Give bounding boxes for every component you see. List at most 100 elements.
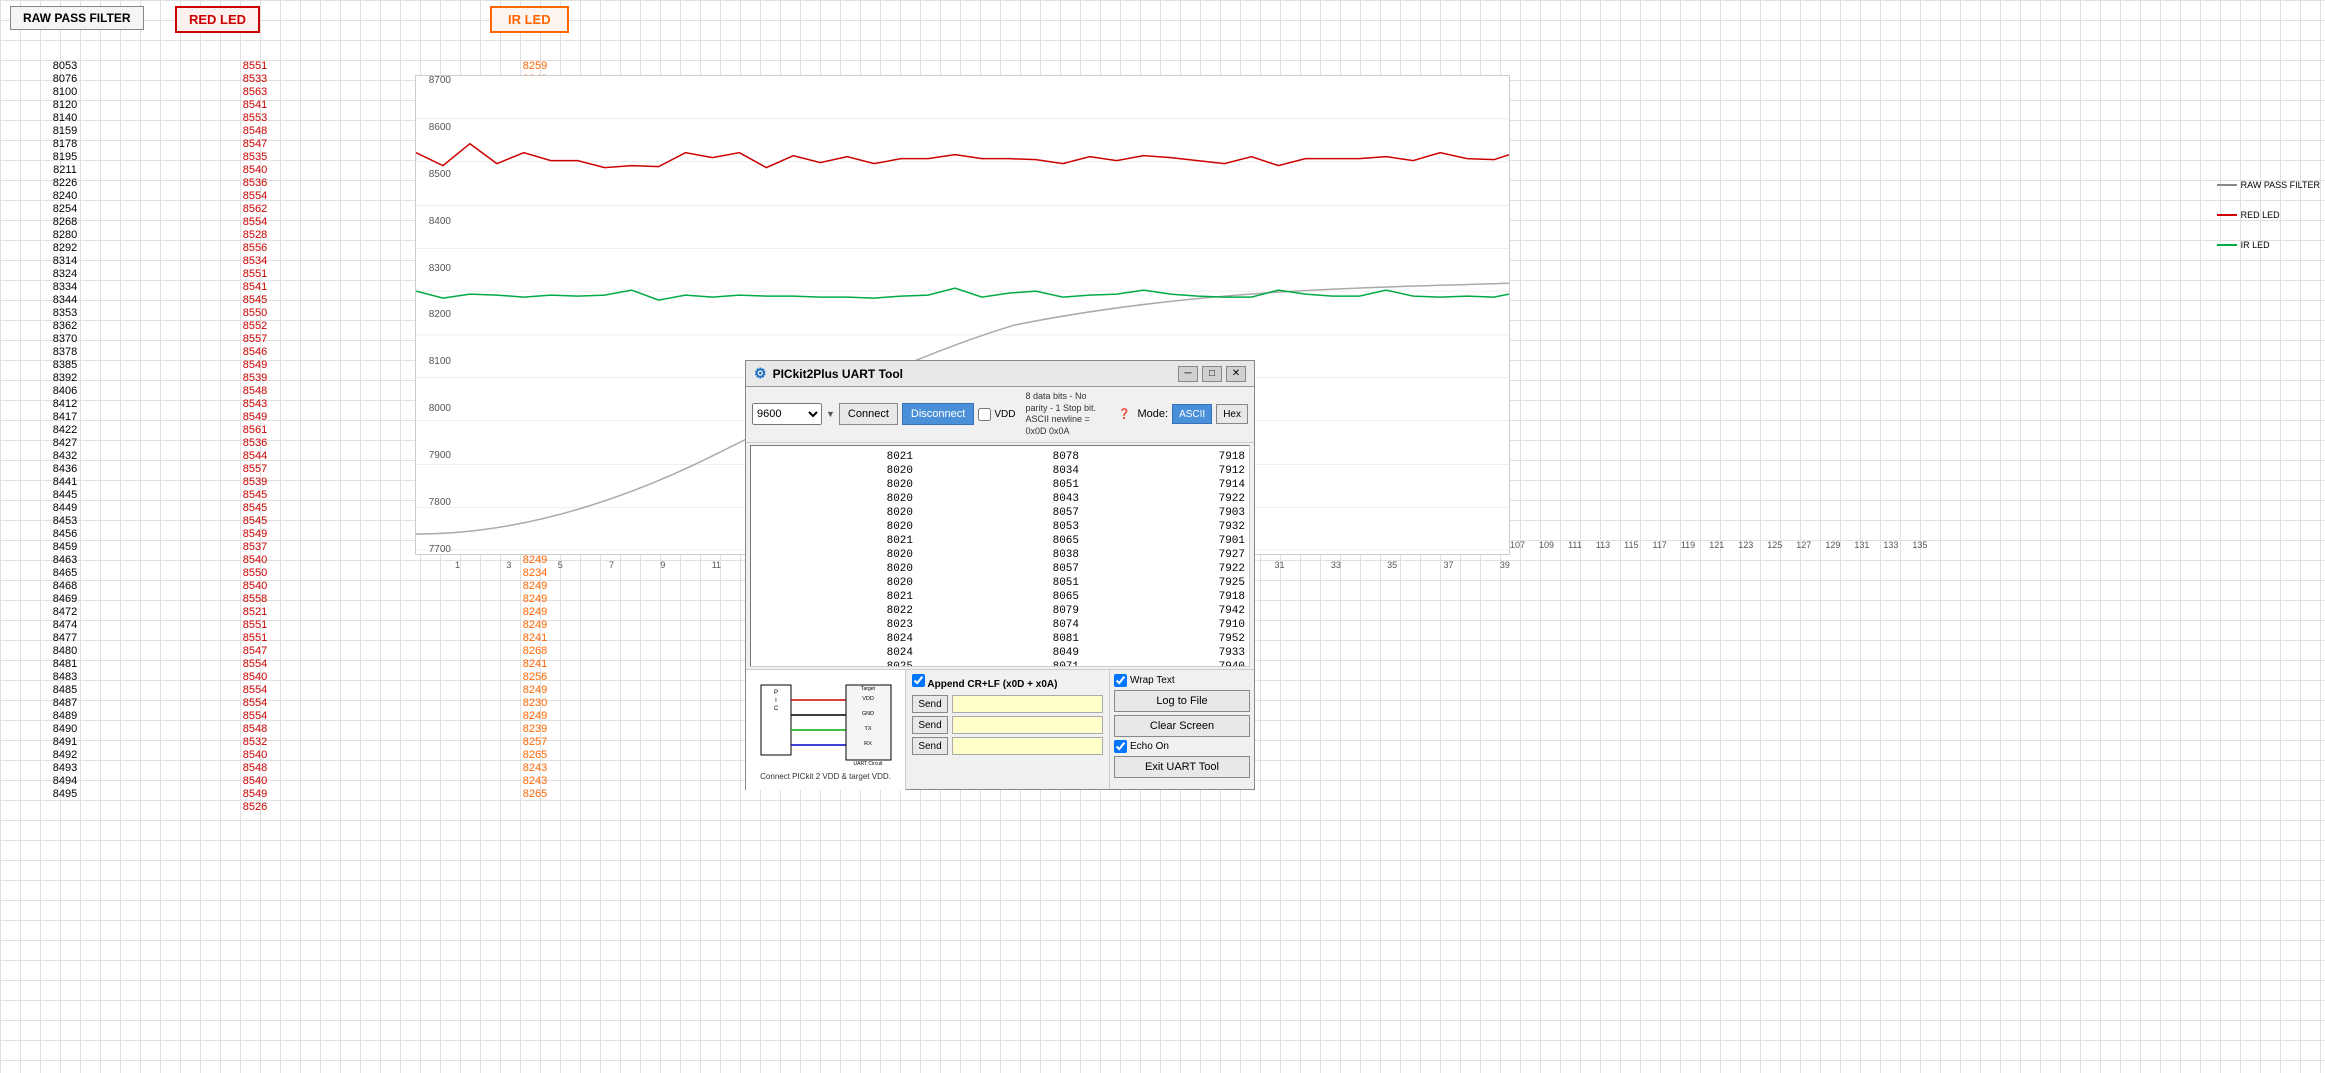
hex-mode-button[interactable]: Hex xyxy=(1216,404,1248,424)
list-item: 8540 xyxy=(190,580,320,593)
list-item: 8053 xyxy=(0,60,130,73)
list-item: 8432 xyxy=(0,450,130,463)
list-item: 8554 xyxy=(190,710,320,723)
uart-bottom-panel: P I C VDD GND TX RX Target UART Circuit … xyxy=(746,669,1254,789)
list-item: 8481 xyxy=(0,658,130,671)
table-row: 7927 xyxy=(1087,548,1245,562)
send-button-2[interactable]: Send xyxy=(912,716,948,734)
list-item: 8546 xyxy=(190,346,320,359)
list-item: 8548 xyxy=(190,125,320,138)
svg-text:VDD: VDD xyxy=(862,696,874,702)
list-item: 8539 xyxy=(190,372,320,385)
table-row: 7910 xyxy=(1087,618,1245,632)
list-item: 8545 xyxy=(190,515,320,528)
close-button[interactable]: ✕ xyxy=(1226,366,1246,382)
connect-button[interactable]: Connect xyxy=(839,403,898,425)
list-item: 8445 xyxy=(0,489,130,502)
list-item: 8453 xyxy=(0,515,130,528)
y-axis-label: 8200 xyxy=(429,309,451,320)
list-item: 8563 xyxy=(190,86,320,99)
list-item: 8265 xyxy=(470,788,600,801)
list-item: 8554 xyxy=(190,190,320,203)
x-axis-label-right: 107 xyxy=(1510,540,1525,550)
list-item: 8140 xyxy=(0,112,130,125)
x-axis-label-right: 133 xyxy=(1883,540,1898,550)
table-row: 8020 xyxy=(755,478,913,492)
exit-uart-button[interactable]: Exit UART Tool xyxy=(1114,756,1250,778)
list-item: 8494 xyxy=(0,775,130,788)
table-row: 7922 xyxy=(1087,492,1245,506)
ascii-mode-button[interactable]: ASCII xyxy=(1172,404,1212,424)
send-button-3[interactable]: Send xyxy=(912,737,948,755)
macro-input-3[interactable] xyxy=(952,737,1103,755)
table-row: 8020 xyxy=(755,520,913,534)
table-row: 8049 xyxy=(921,646,1079,660)
legend-raw-label: RAW PASS FILTER xyxy=(2241,180,2320,190)
dialog-title: ⚙ PICkit2Plus UART Tool xyxy=(754,365,903,382)
help-icon[interactable]: ❓ xyxy=(1118,409,1130,420)
echo-on-checkbox[interactable] xyxy=(1114,740,1127,753)
list-item: 8550 xyxy=(190,307,320,320)
send-button-1[interactable]: Send xyxy=(912,695,948,713)
list-item: 8537 xyxy=(190,541,320,554)
list-item: 8362 xyxy=(0,320,130,333)
append-crlf-checkbox-label[interactable]: Append CR+LF (x0D + x0A) xyxy=(912,679,1057,690)
baud-dropdown-arrow: ▼ xyxy=(826,409,835,419)
vdd-checkbox-label[interactable]: VDD xyxy=(978,408,1015,421)
uart-dialog: ⚙ PICkit2Plus UART Tool ─ □ ✕ 9600 19200… xyxy=(745,360,1255,790)
table-row: 8071 xyxy=(921,660,1079,667)
list-item: 8492 xyxy=(0,749,130,762)
x-axis-label-right: 127 xyxy=(1796,540,1811,550)
macro-input-1[interactable] xyxy=(952,695,1103,713)
append-crlf-checkbox[interactable] xyxy=(912,674,925,687)
list-item: 8553 xyxy=(190,112,320,125)
table-row: 7901 xyxy=(1087,534,1245,548)
list-item: 8549 xyxy=(190,528,320,541)
list-item: 8528 xyxy=(190,229,320,242)
baud-rate-select[interactable]: 9600 19200 38400 115200 xyxy=(752,403,822,425)
x-axis-label: 1 xyxy=(455,560,460,570)
list-item: 8541 xyxy=(190,281,320,294)
y-axis-label: 7800 xyxy=(429,497,451,508)
table-row: 7918 xyxy=(1087,590,1245,604)
list-item: 8468 xyxy=(0,580,130,593)
legend-raw-line xyxy=(2217,184,2237,186)
maximize-button[interactable]: □ xyxy=(1202,366,1222,382)
dialog-controls[interactable]: ─ □ ✕ xyxy=(1178,366,1246,382)
chart-y-axis: 8700860085008400830082008100800079007800… xyxy=(415,75,455,555)
table-row: 8025 xyxy=(755,660,913,667)
list-item: 8490 xyxy=(0,723,130,736)
y-axis-label: 7900 xyxy=(429,450,451,461)
table-row: 7912 xyxy=(1087,464,1245,478)
wrap-text-label[interactable]: Wrap Text xyxy=(1114,674,1250,687)
log-to-file-button[interactable]: Log to File xyxy=(1114,690,1250,712)
disconnect-button[interactable]: Disconnect xyxy=(902,403,974,425)
clear-screen-button[interactable]: Clear Screen xyxy=(1114,715,1250,737)
uart-right-panel: Wrap Text Log to File Clear Screen Echo … xyxy=(1109,670,1254,789)
vdd-checkbox[interactable] xyxy=(978,408,991,421)
ir-led-label: IR LED xyxy=(490,6,569,33)
minimize-button[interactable]: ─ xyxy=(1178,366,1198,382)
list-item: 8547 xyxy=(190,138,320,151)
list-item: 8552 xyxy=(190,320,320,333)
x-axis-label: 3 xyxy=(506,560,511,570)
table-row: 7925 xyxy=(1087,576,1245,590)
table-row: 7903 xyxy=(1087,506,1245,520)
list-item: 8493 xyxy=(0,762,130,775)
wrap-text-checkbox[interactable] xyxy=(1114,674,1127,687)
y-axis-label: 8300 xyxy=(429,263,451,274)
list-item: 8243 xyxy=(470,762,600,775)
table-row: 8051 xyxy=(921,478,1079,492)
macro-input-2[interactable] xyxy=(952,716,1103,734)
list-item: 8540 xyxy=(190,554,320,567)
list-item: 8230 xyxy=(470,697,600,710)
list-item: 8292 xyxy=(0,242,130,255)
echo-on-label[interactable]: Echo On xyxy=(1114,740,1250,753)
svg-text:C: C xyxy=(773,706,778,712)
list-item: 8441 xyxy=(0,476,130,489)
legend-red: RED LED xyxy=(2217,210,2320,220)
x-axis-label: 9 xyxy=(660,560,665,570)
macro-row-3: Send xyxy=(912,737,1103,755)
y-axis-label: 8000 xyxy=(429,403,451,414)
list-item: 8254 xyxy=(0,203,130,216)
